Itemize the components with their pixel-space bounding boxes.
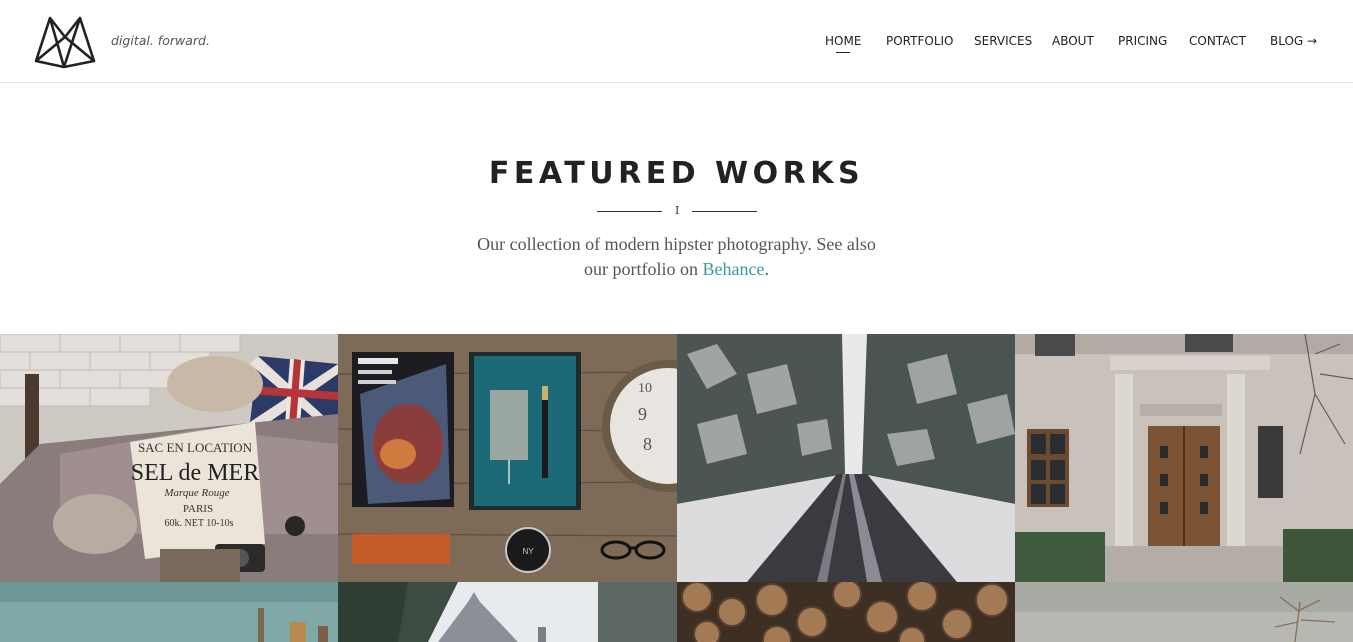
nav-services[interactable]: SERVICES [974,34,1032,48]
photo-pillows-union-jack[interactable]: SAC EN LOCATION SEL de MER Marque Rouge … [0,334,338,582]
nav-portfolio[interactable]: PORTFOLIO [886,34,954,48]
svg-text:NY: NY [522,547,534,556]
divider-line-left [597,211,662,212]
svg-text:10: 10 [638,381,652,396]
svg-text:PARIS: PARIS [183,503,213,515]
divider-mark: I [675,204,680,217]
photo-desk-flatlay-clock[interactable]: 10 9 8 NY [338,334,677,582]
nav-pricing[interactable]: PRICING [1118,34,1167,48]
site-header: digital. forward. HOME PORTFOLIO SERVICE… [0,0,1353,83]
intro-text: Our collection of modern hipster photogr… [477,234,876,279]
svg-text:8: 8 [643,434,652,454]
photo-old-building-door[interactable] [1015,334,1353,582]
nav-blog[interactable]: BLOG → [1270,34,1317,48]
photo-sky-posts[interactable] [0,582,338,642]
intro-end: . [764,259,769,279]
behance-link[interactable]: Behance [703,259,765,279]
svg-text:SAC EN LOCATION: SAC EN LOCATION [138,440,253,455]
svg-text:SEL de MER: SEL de MER [131,460,259,486]
nav-contact[interactable]: CONTACT [1189,34,1246,48]
nav-home[interactable]: HOME [825,34,861,53]
divider-line-right [692,211,757,212]
photo-firewood-logs[interactable] [677,582,1015,642]
main-nav: HOME PORTFOLIO SERVICES ABOUT PRICING CO… [0,34,1353,54]
section-intro: Our collection of modern hipster photogr… [466,232,887,282]
portfolio-gallery: SAC EN LOCATION SEL de MER Marque Rouge … [0,334,1353,642]
section-title: FEATURED WORKS [488,156,865,191]
photo-misty-tree[interactable] [1015,582,1353,642]
svg-text:9: 9 [638,404,647,424]
photo-snowy-forest-road[interactable] [677,334,1015,582]
svg-text:Marque Rouge: Marque Rouge [163,487,229,499]
section-divider: I [597,205,757,219]
svg-text:60k. NET 10-10s: 60k. NET 10-10s [165,518,234,529]
nav-about[interactable]: ABOUT [1052,34,1094,48]
photo-church-roof[interactable] [338,582,677,642]
